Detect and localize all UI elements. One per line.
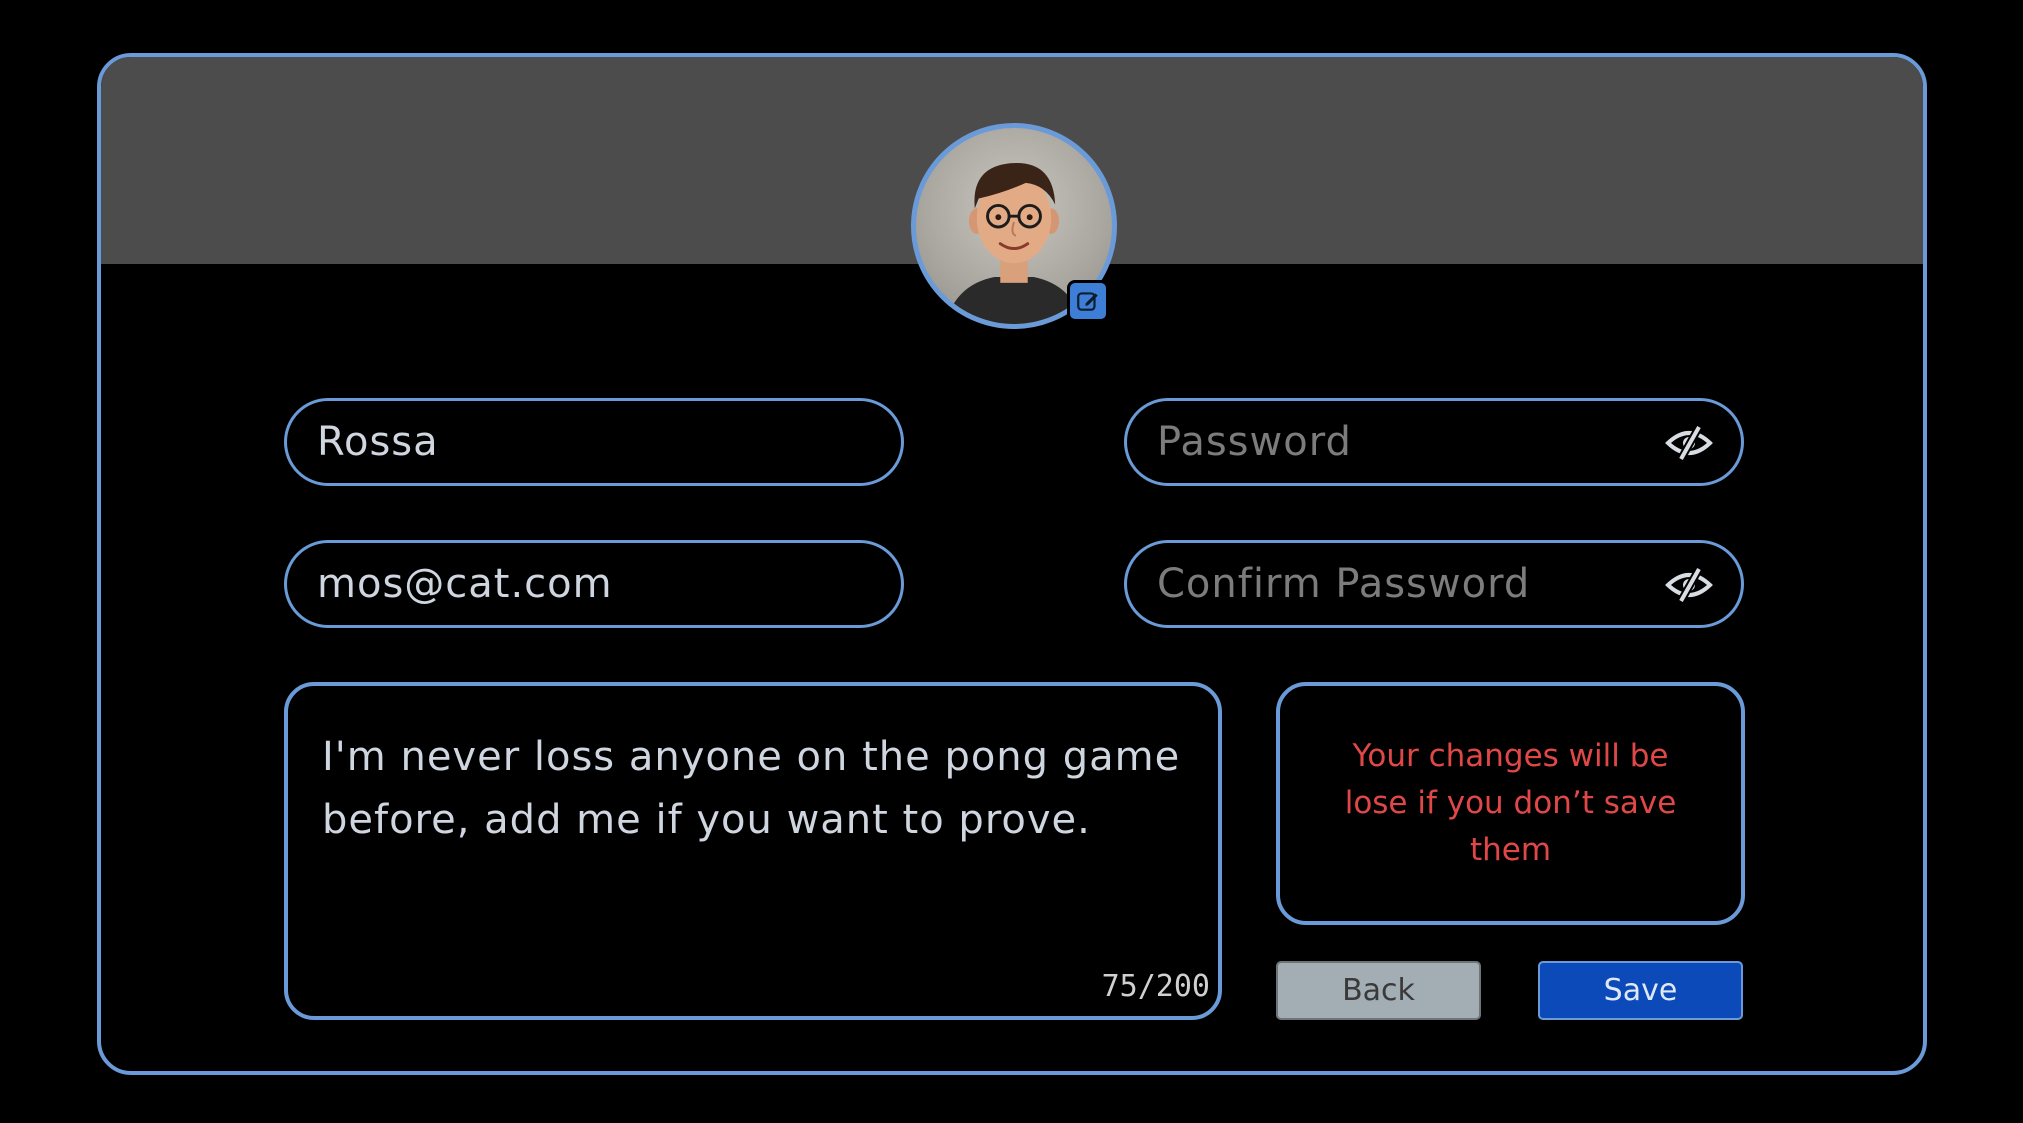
unsaved-changes-warning: Your changes will be lose if you don’t s… bbox=[1276, 682, 1745, 925]
password-field-wrapper bbox=[1124, 398, 1744, 486]
eye-slash-icon[interactable] bbox=[1665, 567, 1713, 603]
username-field-wrapper bbox=[284, 398, 904, 486]
email-input[interactable] bbox=[317, 543, 821, 625]
back-button[interactable]: Back bbox=[1276, 961, 1481, 1020]
username-input[interactable] bbox=[317, 401, 821, 483]
save-button[interactable]: Save bbox=[1538, 961, 1743, 1020]
password-input[interactable] bbox=[1157, 401, 1661, 483]
bio-char-counter: 75/200 bbox=[1101, 969, 1210, 1004]
confirm-password-field-wrapper bbox=[1124, 540, 1744, 628]
edit-pencil-icon bbox=[1077, 292, 1098, 311]
bio-textarea[interactable]: I'm never loss anyone on the pong game b… bbox=[322, 726, 1182, 946]
eye-slash-icon[interactable] bbox=[1665, 425, 1713, 461]
warning-text: Your changes will be lose if you don’t s… bbox=[1344, 738, 1677, 868]
edit-avatar-button[interactable] bbox=[1067, 280, 1109, 322]
confirm-password-input[interactable] bbox=[1157, 543, 1661, 625]
bio-field-wrapper: I'm never loss anyone on the pong game b… bbox=[284, 682, 1222, 1020]
email-field-wrapper bbox=[284, 540, 904, 628]
